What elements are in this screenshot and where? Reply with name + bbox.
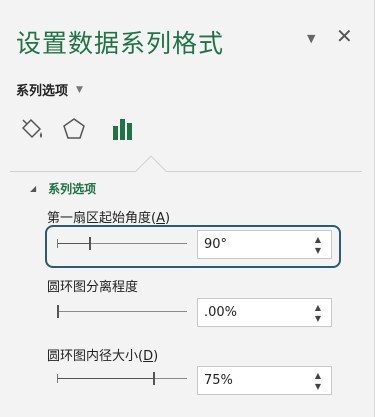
doughnut-explosion-value: .00% <box>204 305 238 320</box>
section-title: 系列选项 <box>48 182 97 196</box>
bar-chart-icon <box>113 119 132 140</box>
series-options-dropdown[interactable]: 系列选项 ▼ <box>16 80 83 99</box>
tab-effects[interactable] <box>56 112 92 146</box>
doughnut-explosion-input[interactable]: .00% ▲ ▼ <box>197 298 332 327</box>
tab-fill-line[interactable] <box>14 112 50 146</box>
pentagon-icon <box>63 118 85 139</box>
spin-down-icon[interactable]: ▼ <box>315 382 321 391</box>
doughnut-hole-size-input[interactable]: 75% ▲ ▼ <box>197 366 332 395</box>
doughnut-hole-size-label: 圆环图内径大小(D) <box>47 349 159 364</box>
paint-bucket-icon <box>21 118 42 139</box>
format-data-series-pane: 设置数据系列格式 ▼ ✕ 系列选项 ▼ ◢ 系列选项 第一扇区起始角度(A) 9… <box>0 0 375 417</box>
pane-title: 设置数据系列格式 <box>16 29 225 58</box>
close-icon[interactable]: ✕ <box>336 24 353 48</box>
section-series-options[interactable]: ◢ 系列选项 <box>30 180 96 197</box>
first-slice-angle-label: 第一扇区起始角度(A) <box>47 211 171 226</box>
focus-highlight <box>45 225 341 268</box>
spin-up-icon[interactable]: ▲ <box>315 303 321 312</box>
slider-thumb[interactable] <box>57 305 59 318</box>
pane-menu-dropdown-icon[interactable]: ▼ <box>307 32 315 45</box>
doughnut-explosion-slider[interactable] <box>57 305 187 319</box>
doughnut-hole-size-value: 75% <box>204 373 233 388</box>
spin-up-icon[interactable]: ▲ <box>315 371 321 380</box>
collapse-triangle-icon: ◢ <box>30 184 37 193</box>
chevron-down-icon: ▼ <box>76 84 83 95</box>
doughnut-hole-size-slider[interactable] <box>57 372 187 386</box>
tab-divider <box>10 171 362 172</box>
tab-series-options[interactable] <box>105 112 141 146</box>
active-tab-indicator <box>135 155 167 187</box>
slider-thumb[interactable] <box>153 372 155 385</box>
spin-down-icon[interactable]: ▼ <box>315 314 321 323</box>
series-options-dropdown-label: 系列选项 <box>16 84 69 99</box>
doughnut-explosion-label: 圆环图分离程度 <box>47 280 139 295</box>
